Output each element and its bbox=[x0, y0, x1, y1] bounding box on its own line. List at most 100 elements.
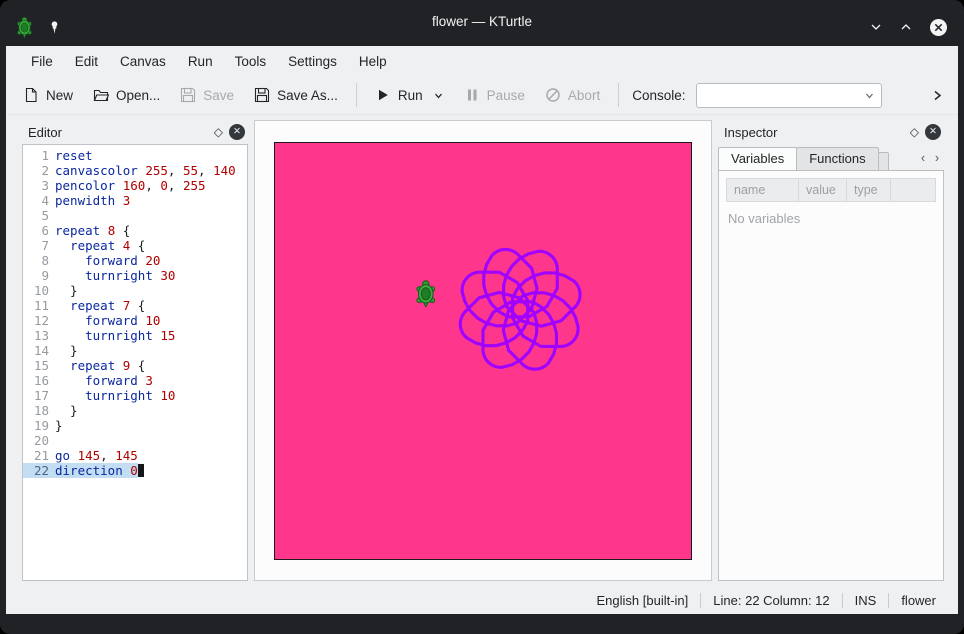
close-editor-panel-button[interactable]: ✕ bbox=[229, 124, 245, 140]
code-text: canvascolor 255, 55, 140 bbox=[55, 163, 236, 178]
pin-icon[interactable] bbox=[47, 20, 62, 35]
save-icon bbox=[180, 87, 196, 103]
code-line-9[interactable]: 9 turnright 30 bbox=[23, 268, 247, 283]
code-line-4[interactable]: 4penwidth 3 bbox=[23, 193, 247, 208]
shade-window-icon[interactable] bbox=[869, 20, 883, 34]
line-number: 8 bbox=[23, 253, 55, 268]
column-header-type[interactable]: type bbox=[847, 179, 891, 201]
code-text: forward 20 bbox=[55, 253, 160, 268]
turtle-canvas[interactable] bbox=[274, 142, 692, 560]
close-window-button[interactable] bbox=[929, 18, 948, 37]
code-text: reset bbox=[55, 148, 93, 163]
console-input[interactable] bbox=[696, 83, 882, 108]
code-line-2[interactable]: 2canvascolor 255, 55, 140 bbox=[23, 163, 247, 178]
run-button-label: Run bbox=[398, 88, 423, 103]
tab-functions[interactable]: Functions bbox=[796, 147, 878, 170]
code-line-3[interactable]: 3pencolor 160, 0, 255 bbox=[23, 178, 247, 193]
menu-file[interactable]: File bbox=[20, 50, 64, 73]
code-line-1[interactable]: 1reset bbox=[23, 148, 247, 163]
code-line-12[interactable]: 12 forward 10 bbox=[23, 313, 247, 328]
new-button[interactable]: New bbox=[14, 82, 82, 108]
code-line-14[interactable]: 14 } bbox=[23, 343, 247, 358]
code-line-6[interactable]: 6repeat 8 { bbox=[23, 223, 247, 238]
code-line-7[interactable]: 7 repeat 4 { bbox=[23, 238, 247, 253]
code-line-5[interactable]: 5 bbox=[23, 208, 247, 223]
tab-partially-hidden[interactable] bbox=[878, 152, 889, 170]
menu-edit[interactable]: Edit bbox=[64, 50, 109, 73]
keep-above-icon[interactable] bbox=[899, 20, 913, 34]
line-number: 15 bbox=[23, 358, 55, 373]
menu-help[interactable]: Help bbox=[348, 50, 398, 73]
turtle-sprite[interactable] bbox=[417, 281, 435, 307]
inspector-tabs-row: VariablesFunctions ‹ › bbox=[718, 144, 944, 171]
code-text: pencolor 160, 0, 255 bbox=[55, 178, 206, 193]
menu-settings[interactable]: Settings bbox=[277, 50, 348, 73]
save-button-label: Save bbox=[203, 88, 234, 103]
status-separator bbox=[842, 593, 843, 608]
text-cursor bbox=[138, 464, 144, 477]
run-speed-chevron-icon[interactable] bbox=[433, 90, 444, 101]
float-editor-panel-icon[interactable]: ◇ bbox=[214, 125, 223, 139]
inspector-panel: Inspector ◇ ✕ VariablesFunctions ‹ › nam… bbox=[718, 120, 944, 581]
line-number: 3 bbox=[23, 178, 55, 193]
inspector-table-header: namevaluetype bbox=[726, 178, 936, 202]
code-area[interactable]: 1reset2canvascolor 255, 55, 1403pencolor… bbox=[22, 144, 248, 581]
status-cursor-position: Line: 22 Column: 12 bbox=[713, 593, 829, 608]
code-line-13[interactable]: 13 turnright 15 bbox=[23, 328, 247, 343]
code-text: } bbox=[55, 418, 63, 433]
toolbar: New Open... Save Save As... Run bbox=[6, 76, 958, 115]
chevron-down-icon bbox=[864, 90, 875, 101]
code-line-16[interactable]: 16 forward 3 bbox=[23, 373, 247, 388]
run-play-icon bbox=[375, 87, 391, 103]
code-text: } bbox=[55, 403, 78, 418]
pause-button: Pause bbox=[455, 82, 534, 108]
line-number: 12 bbox=[23, 313, 55, 328]
code-line-10[interactable]: 10 } bbox=[23, 283, 247, 298]
run-button[interactable]: Run bbox=[366, 82, 453, 108]
code-text: repeat 4 { bbox=[55, 238, 145, 253]
abort-button-label: Abort bbox=[568, 88, 600, 103]
line-number: 9 bbox=[23, 268, 55, 283]
code-line-15[interactable]: 15 repeat 9 { bbox=[23, 358, 247, 373]
code-line-19[interactable]: 19} bbox=[23, 418, 247, 433]
code-text: forward 3 bbox=[55, 373, 153, 388]
menu-canvas[interactable]: Canvas bbox=[109, 50, 177, 73]
open-button[interactable]: Open... bbox=[84, 82, 169, 108]
code-line-11[interactable]: 11 repeat 7 { bbox=[23, 298, 247, 313]
line-number: 20 bbox=[23, 433, 55, 448]
menu-run[interactable]: Run bbox=[177, 50, 224, 73]
code-line-18[interactable]: 18 } bbox=[23, 403, 247, 418]
code-text: repeat 9 { bbox=[55, 358, 145, 373]
main-area: Editor ◇ ✕ 1reset2canvascolor 255, 55, 1… bbox=[6, 115, 958, 587]
code-line-8[interactable]: 8 forward 20 bbox=[23, 253, 247, 268]
menu-tools[interactable]: Tools bbox=[224, 50, 278, 73]
save-as-button[interactable]: Save As... bbox=[245, 82, 347, 108]
code-line-17[interactable]: 17 turnright 10 bbox=[23, 388, 247, 403]
line-number: 17 bbox=[23, 388, 55, 403]
code-line-21[interactable]: 21go 145, 145 bbox=[23, 448, 247, 463]
column-header-name[interactable]: name bbox=[727, 179, 799, 201]
code-text: turnright 30 bbox=[55, 268, 175, 283]
window-content: FileEditCanvasRunToolsSettingsHelp New O… bbox=[6, 46, 958, 614]
titlebar[interactable]: flower — KTurtle bbox=[0, 0, 964, 46]
tab-scroll-left-icon[interactable]: ‹ bbox=[916, 150, 930, 165]
editor-panel-header: Editor ◇ ✕ bbox=[22, 120, 248, 144]
abort-button: Abort bbox=[536, 82, 609, 108]
close-inspector-panel-button[interactable]: ✕ bbox=[925, 124, 941, 140]
open-folder-icon bbox=[93, 87, 109, 103]
pause-icon bbox=[464, 87, 480, 103]
tab-variables[interactable]: Variables bbox=[718, 147, 797, 170]
open-button-label: Open... bbox=[116, 88, 160, 103]
toolbar-overflow-button[interactable] bbox=[927, 85, 948, 106]
line-number: 13 bbox=[23, 328, 55, 343]
line-number: 19 bbox=[23, 418, 55, 433]
float-inspector-panel-icon[interactable]: ◇ bbox=[910, 125, 919, 139]
application-window: flower — KTurtle FileEditCanvasRunToolsS… bbox=[0, 0, 964, 634]
inspector-panel-title: Inspector bbox=[724, 125, 777, 140]
code-line-20[interactable]: 20 bbox=[23, 433, 247, 448]
menubar: FileEditCanvasRunToolsSettingsHelp bbox=[6, 46, 958, 76]
code-line-22[interactable]: 22direction 0 bbox=[23, 463, 247, 478]
line-number: 14 bbox=[23, 343, 55, 358]
tab-scroll-right-icon[interactable]: › bbox=[930, 150, 944, 165]
column-header-value[interactable]: value bbox=[799, 179, 847, 201]
